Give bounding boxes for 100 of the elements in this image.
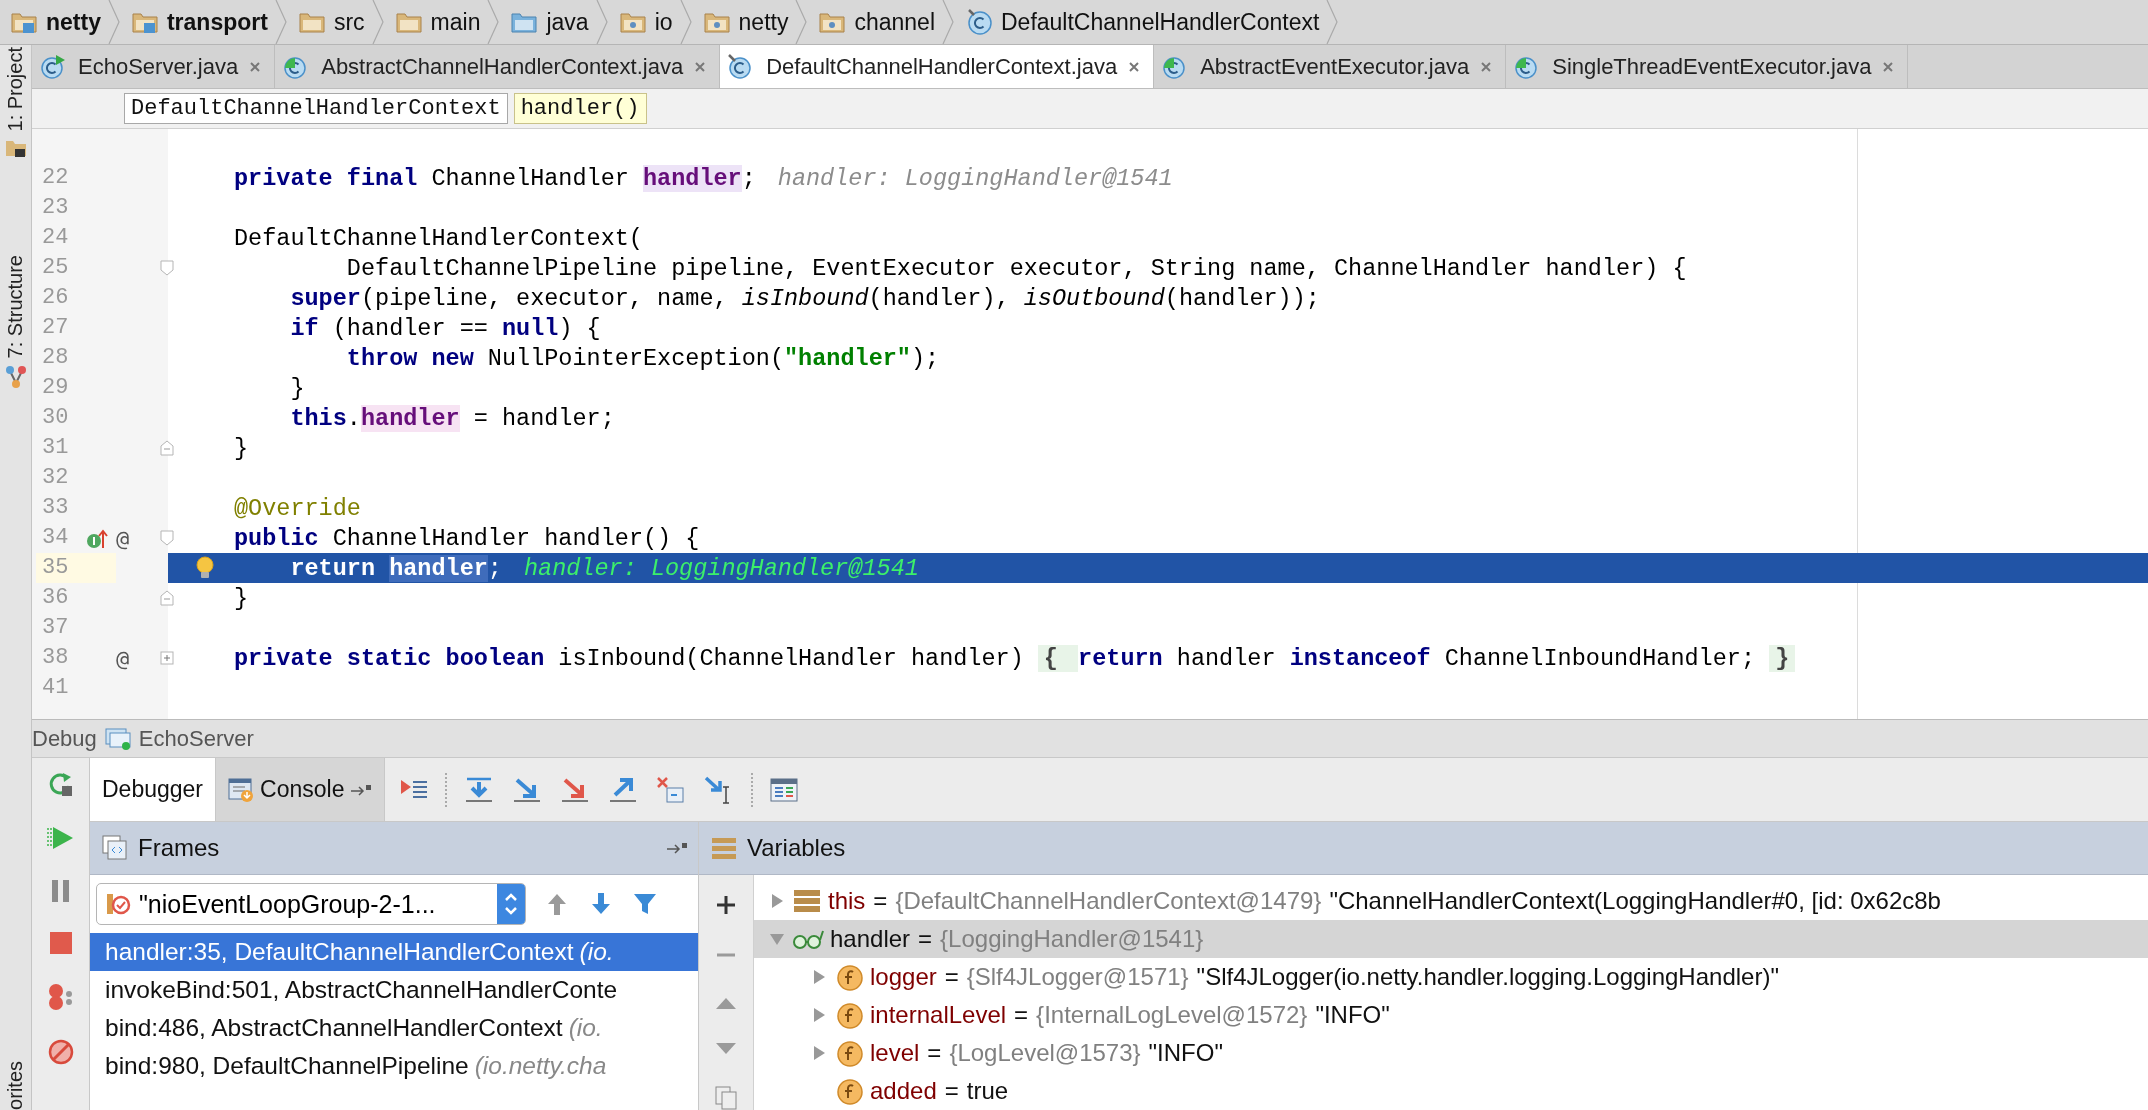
breadcrumb-item[interactable]: channel	[808, 0, 935, 44]
variable-row[interactable]: level = {LogLevel@1573} "INFO"	[754, 1034, 2148, 1072]
class-icon	[965, 8, 993, 36]
variable-text: level = {LogLevel@1573} "INFO"	[870, 1039, 1223, 1067]
breadcrumb-item[interactable]: DefaultChannelHandlerContext	[955, 0, 1320, 44]
editor-tab[interactable]: DefaultChannelHandlerContext.java	[720, 45, 1155, 88]
line-number: 22	[41, 164, 70, 192]
evaluate-expression-icon[interactable]	[769, 775, 800, 804]
close-icon[interactable]	[248, 59, 263, 74]
line-number: 30	[41, 404, 70, 432]
run-config-icon	[104, 726, 131, 751]
code-line: super(pipeline, executor, name, isInbound(handler), isOutbound(handler));	[289, 284, 1320, 312]
code-line: return handler;	[289, 554, 502, 582]
variable-text: handler = {LoggingHandler@1541}	[830, 925, 1205, 953]
editor-tab[interactable]: AbstractEventExecutor.java	[1154, 45, 1507, 88]
copy-icon[interactable]	[714, 1085, 738, 1110]
line-number: 36	[41, 584, 70, 612]
code-line: @Override	[234, 494, 361, 522]
code-line: DefaultChannelHandlerContext(	[234, 224, 643, 252]
code-line: throw new NullPointerException("handler");	[345, 344, 940, 372]
debug-tab[interactable]: Debugger	[90, 758, 217, 821]
variable-row[interactable]: logger = {Slf4JLogger@1571} "Slf4JLogger(io.netty.handler.logging.LoggingHandler)"	[754, 958, 2148, 996]
field-icon	[834, 962, 864, 992]
stack-frame[interactable]: bind:980, DefaultChannelPipeline (io.netty.cha	[90, 1047, 698, 1085]
close-icon[interactable]	[1127, 59, 1142, 74]
implements-icon[interactable]	[86, 528, 108, 550]
fold-end-icon[interactable]	[160, 590, 174, 606]
line-number: 38	[41, 644, 70, 672]
variables-icon	[711, 836, 737, 860]
line-number: 25	[41, 254, 70, 282]
tool-window-button[interactable]: orites	[4, 1061, 27, 1110]
code-line: if (handler == null) {	[289, 314, 601, 342]
line-number: 28	[41, 344, 70, 372]
line-number: 23	[41, 194, 70, 222]
breadcrumb-item[interactable]: java	[500, 0, 589, 44]
variable-row[interactable]: added = true	[754, 1072, 2148, 1110]
editor-tab[interactable]: SingleThreadEventExecutor.java	[1506, 45, 1909, 88]
mute-breakpoints-icon[interactable]	[46, 1038, 75, 1066]
breadcrumb-item[interactable]: transport	[120, 0, 268, 44]
line-number: 41	[41, 674, 70, 702]
fold-icon[interactable]	[160, 530, 174, 546]
panel-title: Frames	[138, 834, 220, 862]
thread-dropdown[interactable]: "nioEventLoopGroup-2-1...	[96, 883, 526, 925]
close-icon[interactable]	[693, 59, 708, 74]
close-icon[interactable]	[1479, 59, 1494, 74]
variable-text: internalLevel = {InternalLogLevel@1572} "INFO"	[870, 1001, 1390, 1029]
object-icon	[792, 888, 822, 914]
code-line: private static boolean isInbound(ChannelHandler handler) { return handler instanceof ChannelInboundHandler; }	[234, 644, 1796, 672]
line-number: 32	[41, 464, 70, 492]
variable-text: added = true	[870, 1077, 1009, 1105]
code-line: }	[289, 374, 305, 402]
stepper-icon	[497, 884, 525, 924]
stack-frame[interactable]: handler:35, DefaultChannelHandlerContext (io.	[90, 933, 698, 971]
code-line: DefaultChannelPipeline pipeline, EventExecutor executor, String name, ChannelHandler handler) {	[345, 254, 1687, 282]
field-icon	[834, 1038, 864, 1068]
override-marker[interactable]: @	[116, 525, 130, 551]
editor-tab[interactable]: EchoServer.java	[32, 45, 276, 88]
line-number: 31	[41, 434, 70, 462]
variable-row[interactable]: handler = {LoggingHandler@1541}	[754, 920, 2148, 958]
lightbulb-icon[interactable]	[194, 555, 216, 581]
add-icon[interactable]	[714, 893, 738, 917]
breadcrumb-item[interactable]: netty	[0, 0, 101, 44]
fold-end-icon[interactable]	[160, 440, 174, 456]
close-icon[interactable]	[1881, 59, 1896, 74]
breadcrumb-item[interactable]: io	[608, 0, 673, 44]
pin-icon[interactable]	[666, 841, 688, 855]
breadcrumb-item[interactable]: main	[384, 0, 481, 44]
navigation-crumb[interactable]: DefaultChannelHandlerContext	[124, 93, 508, 124]
override-marker[interactable]: @	[116, 645, 130, 671]
stack-frame[interactable]: invokeBind:501, AbstractChannelHandlerConte	[90, 971, 698, 1009]
editor-tab[interactable]: AbstractChannelHandlerContext.java	[275, 45, 721, 88]
variable-row[interactable]: this = {DefaultChannelHandlerContext@1479} "ChannelHandlerContext(LoggingHandler#0, [id: 0x62c8b	[754, 882, 2148, 920]
inline-value-hint: handler: LoggingHandler@1541	[777, 164, 1173, 192]
code-line: }	[234, 584, 249, 612]
variable-row[interactable]: internalLevel = {InternalLogLevel@1572} "INFO"	[754, 996, 2148, 1034]
line-number: 35	[36, 553, 116, 583]
pin-icon[interactable]	[350, 782, 373, 797]
debug-tab[interactable]: Console	[216, 758, 386, 821]
stack-frame[interactable]: bind:486, AbstractChannelHandlerContext (io.	[90, 1009, 698, 1047]
code-line: private final ChannelHandler handler;	[234, 164, 756, 192]
thread-icon	[105, 891, 131, 917]
line-number: 34	[41, 524, 70, 552]
tool-window-button[interactable]: 7: Structure	[4, 255, 27, 359]
glasses-icon	[792, 928, 824, 950]
filter-icon[interactable]	[632, 891, 658, 917]
field-icon	[834, 1076, 864, 1106]
run-configuration-label[interactable]: EchoServer	[138, 725, 254, 752]
line-number: 24	[41, 224, 70, 252]
fold-icon[interactable]	[160, 260, 174, 276]
frames-icon	[102, 835, 128, 861]
expand-icon[interactable]	[160, 650, 174, 666]
console-icon	[228, 776, 255, 803]
panel-title: Debug	[32, 725, 97, 752]
breadcrumb-item[interactable]: src	[287, 0, 365, 44]
stop-icon[interactable]	[47, 930, 74, 956]
structure-icon	[4, 364, 27, 389]
resume-icon[interactable]	[46, 824, 75, 852]
breadcrumb-item[interactable]: netty	[692, 0, 789, 44]
navigation-crumb[interactable]: handler()	[513, 93, 647, 124]
tool-window-button[interactable]: 1: Project	[4, 47, 27, 132]
